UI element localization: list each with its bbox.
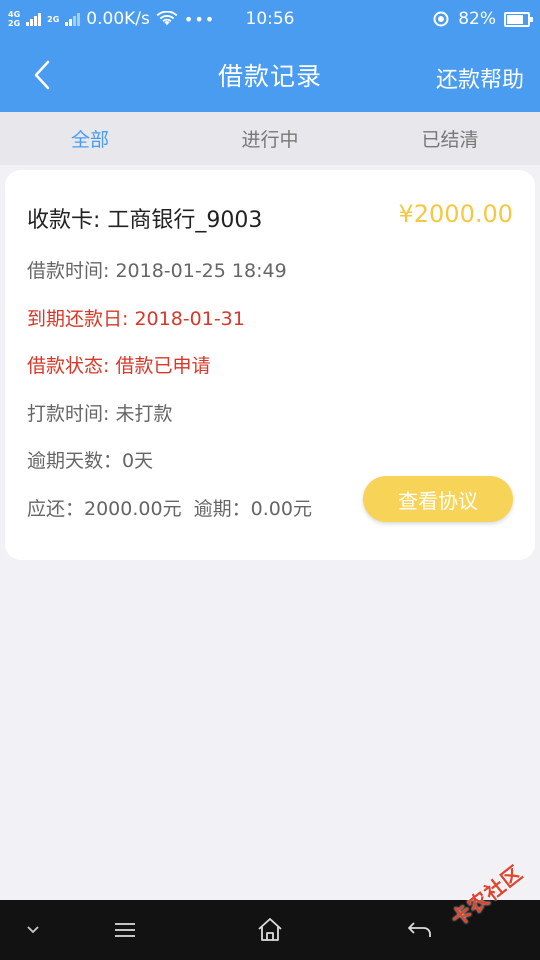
menu-icon bbox=[115, 923, 135, 937]
home-icon bbox=[258, 918, 282, 941]
tab-bar: 全部 进行中 已结清 bbox=[0, 112, 540, 165]
status-right: 82% bbox=[432, 9, 533, 29]
page-title: 借款记录 bbox=[217, 62, 322, 91]
network-type-mid: 2G bbox=[47, 14, 60, 24]
network-type-bottom: 2G bbox=[8, 19, 21, 28]
tab-settled[interactable]: 已结清 bbox=[360, 112, 540, 165]
overdue-days: 逾期天数：0天 bbox=[27, 450, 154, 472]
network-speed: 0.00K/s bbox=[86, 9, 150, 29]
status-bar: 4G 2G 2G 0.00K/s ••• 10:56 82% bbox=[0, 0, 540, 38]
chevron-left-icon bbox=[34, 60, 50, 90]
loan-time: 借款时间: 2018-01-25 18:49 bbox=[27, 260, 287, 282]
amount-summary: 应还：2000.00元 逾期：0.00元 bbox=[27, 498, 312, 520]
battery-percent: 82% bbox=[458, 9, 496, 29]
tab-all[interactable]: 全部 bbox=[0, 112, 180, 165]
tab-in-progress[interactable]: 进行中 bbox=[180, 112, 360, 165]
repayment-help-link[interactable]: 还款帮助 bbox=[436, 62, 524, 94]
chevron-down-icon bbox=[27, 926, 39, 934]
payout-time: 打款时间: 未打款 bbox=[27, 403, 173, 425]
battery-icon bbox=[504, 11, 533, 27]
location-icon bbox=[433, 11, 449, 27]
network-type-top: 4G bbox=[8, 10, 21, 19]
loan-amount: ¥2000.00 bbox=[398, 200, 513, 228]
loan-status: 借款状态: 借款已申请 bbox=[27, 355, 211, 377]
back-button[interactable] bbox=[22, 52, 62, 98]
home-button[interactable] bbox=[253, 914, 287, 946]
return-icon bbox=[408, 922, 431, 937]
wifi-icon bbox=[156, 11, 178, 26]
status-left: 4G 2G 2G 0.00K/s ••• bbox=[8, 9, 215, 29]
signal-icon bbox=[26, 12, 42, 26]
view-agreement-button[interactable]: 查看协议 bbox=[363, 476, 513, 522]
due-date: 到期还款日: 2018-01-31 bbox=[27, 308, 245, 330]
collapse-button[interactable] bbox=[16, 914, 50, 946]
loan-record-card[interactable]: 收款卡: 工商银行_9003 ¥2000.00 借款时间: 2018-01-25… bbox=[5, 170, 535, 560]
nav-bar: 借款记录 还款帮助 bbox=[0, 38, 540, 112]
receiving-card: 收款卡: 工商银行_9003 bbox=[27, 208, 263, 233]
network-type: 4G 2G bbox=[8, 10, 20, 28]
menu-button[interactable] bbox=[108, 914, 142, 946]
signal-icon-secondary bbox=[65, 12, 81, 26]
network-type-secondary: 2G bbox=[47, 15, 59, 24]
more-notifications-icon: ••• bbox=[183, 9, 216, 29]
back-system-button[interactable] bbox=[403, 914, 437, 946]
